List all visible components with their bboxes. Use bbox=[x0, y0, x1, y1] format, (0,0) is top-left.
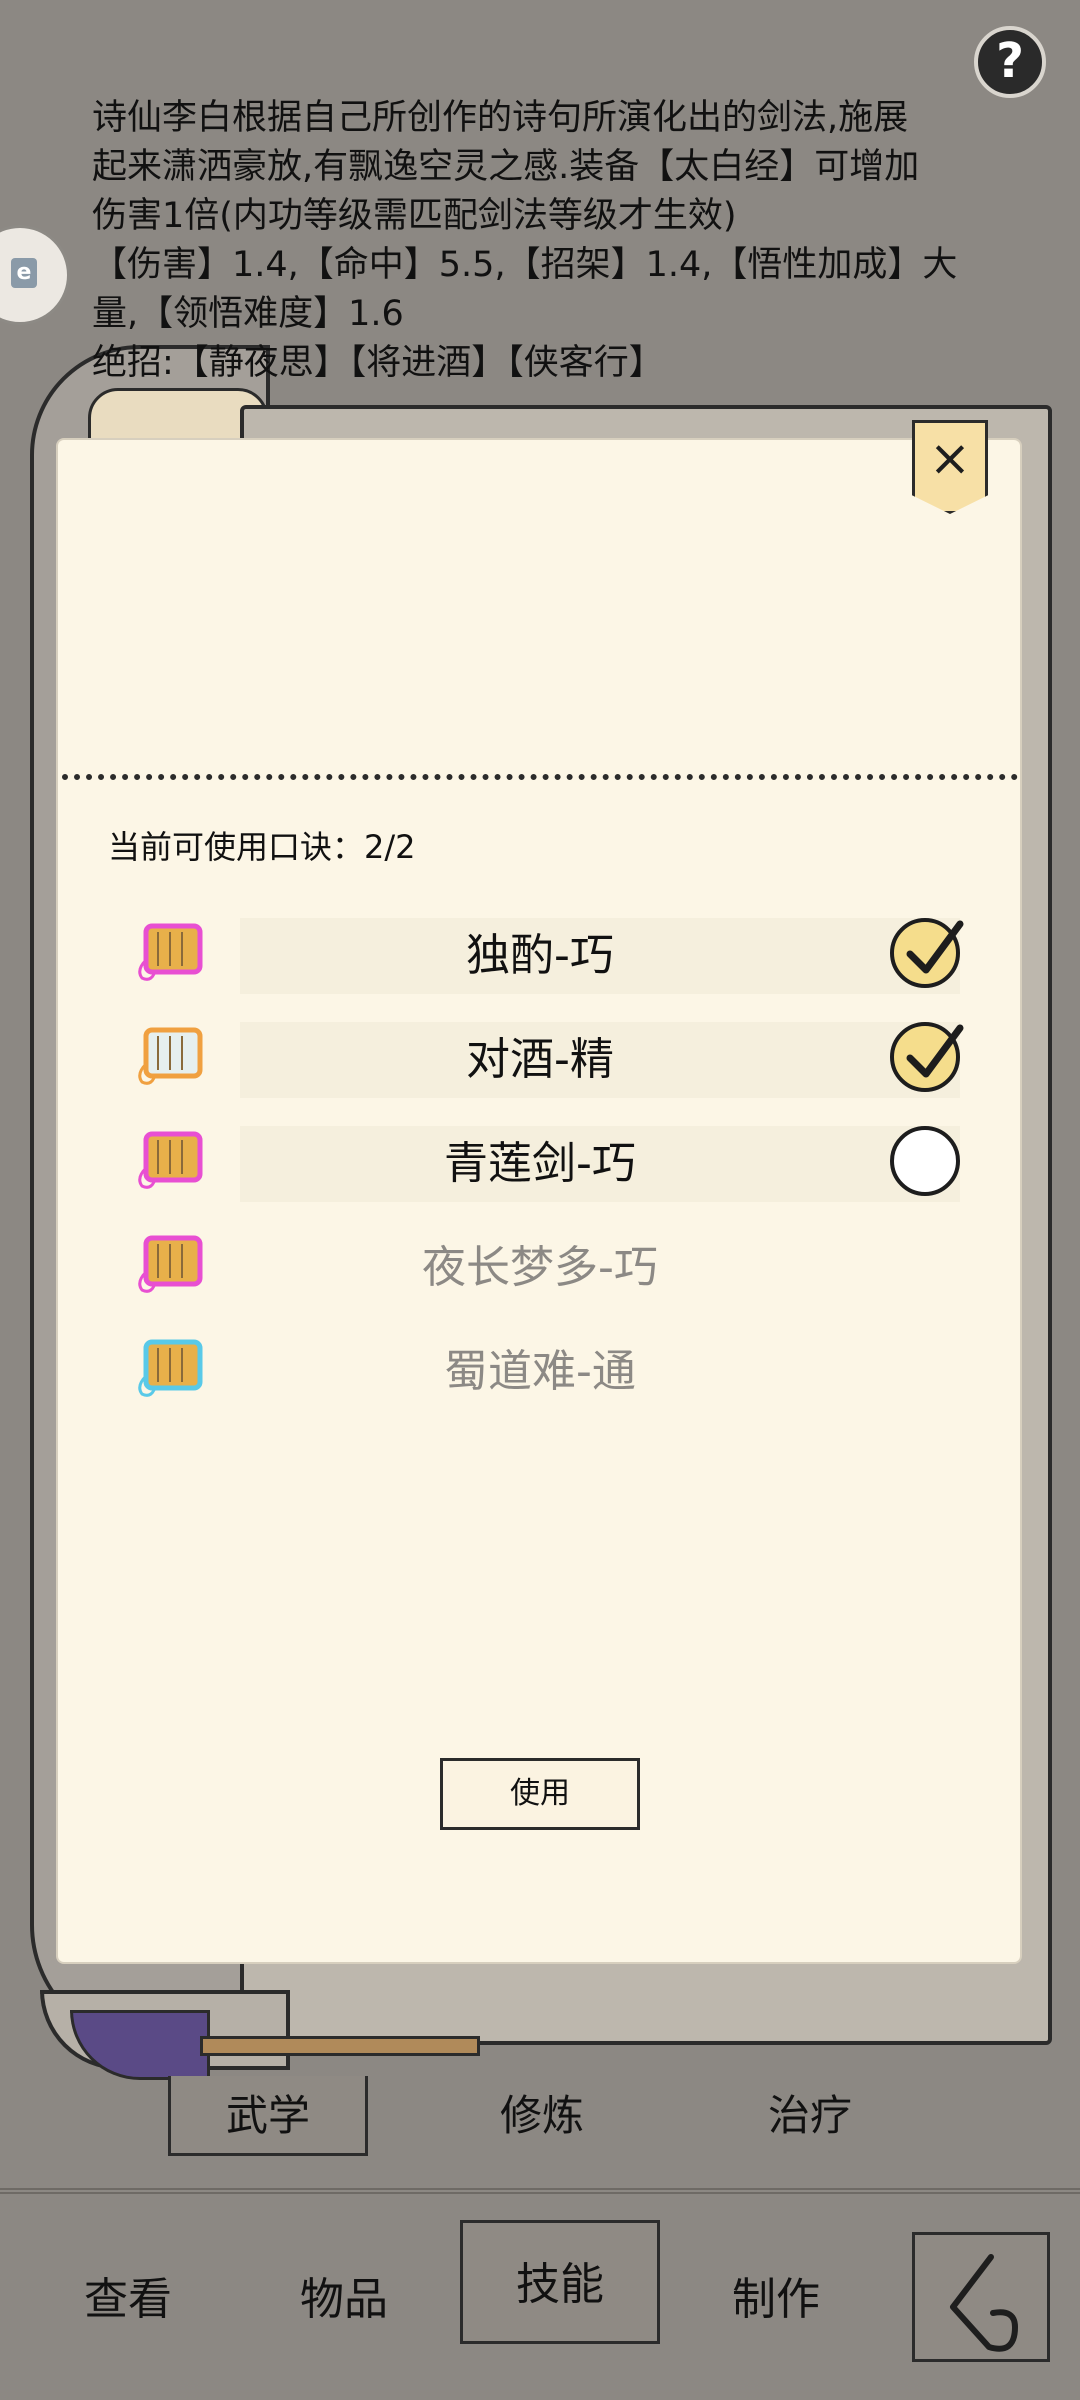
subtab-martial-arts[interactable]: 武学 bbox=[168, 2076, 368, 2156]
checkbox-checked[interactable] bbox=[890, 918, 964, 988]
mantra-item-name: 青莲剑-巧 bbox=[444, 1138, 636, 1189]
checkbox-checked[interactable] bbox=[890, 1022, 964, 1092]
checkmark-icon bbox=[906, 920, 964, 974]
description-line: 伤害1倍(内功等级需匹配剑法等级才生效) bbox=[92, 196, 737, 236]
close-icon: × bbox=[929, 429, 971, 487]
mantra-item[interactable]: 青莲剑-巧 bbox=[120, 1126, 980, 1202]
description-line: 绝招:【静夜思】【将进酒】【侠客行】 bbox=[92, 343, 664, 383]
dotted-divider bbox=[62, 774, 1018, 780]
mantra-item[interactable]: 蜀道难-通 bbox=[120, 1334, 980, 1410]
description-line: 【伤害】1.4,【命中】5.5,【招架】1.4,【悟性加成】大 bbox=[92, 245, 958, 285]
checkmark-icon bbox=[906, 1024, 964, 1078]
mantra-item-name: 独酌-巧 bbox=[466, 930, 614, 981]
scroll-white-orange-icon bbox=[132, 1024, 210, 1088]
side-badge[interactable]: e bbox=[0, 225, 70, 325]
subtab-healing[interactable]: 治疗 bbox=[710, 2076, 910, 2156]
nav-skills[interactable]: 技能 bbox=[460, 2220, 660, 2344]
help-button[interactable]: ? bbox=[974, 26, 1046, 98]
mantra-count-label: 当前可使用口诀：2/2 bbox=[108, 828, 416, 866]
scroll-gold-pink-icon bbox=[132, 1128, 210, 1192]
mantra-item[interactable]: 独酌-巧 bbox=[120, 918, 980, 994]
badge-icon: e bbox=[11, 258, 37, 288]
skill-description: 诗仙李白根据自己所创作的诗句所演化出的剑法,施展 起来潇洒豪放,有飘逸空灵之感.… bbox=[92, 94, 1012, 388]
mantra-item-name: 对酒-精 bbox=[466, 1034, 614, 1085]
nav-items[interactable]: 物品 bbox=[244, 2200, 444, 2330]
scroll-strip bbox=[200, 2036, 480, 2056]
close-button[interactable]: × bbox=[912, 420, 988, 514]
use-button[interactable]: 使用 bbox=[440, 1758, 640, 1830]
scroll-purple-end bbox=[70, 2010, 210, 2080]
nav-view[interactable]: 查看 bbox=[28, 2200, 228, 2330]
mantra-item-name: 蜀道难-通 bbox=[444, 1346, 636, 1397]
checkbox-unchecked[interactable] bbox=[890, 1126, 960, 1196]
mantra-item[interactable]: 对酒-精 bbox=[120, 1022, 980, 1098]
scroll-gold-pink-icon bbox=[132, 920, 210, 984]
scroll-gold-pink-icon bbox=[132, 1232, 210, 1296]
mantra-item[interactable]: 夜长梦多-巧 bbox=[120, 1230, 980, 1306]
subtab-cultivation[interactable]: 修炼 bbox=[442, 2076, 642, 2156]
back-button[interactable] bbox=[912, 2232, 1050, 2362]
description-line: 量,【领悟难度】1.6 bbox=[92, 294, 404, 334]
description-line: 诗仙李白根据自己所创作的诗句所演化出的剑法,施展 bbox=[92, 98, 909, 138]
nav-crafting[interactable]: 制作 bbox=[676, 2200, 876, 2330]
mantra-item-name: 夜长梦多-巧 bbox=[422, 1242, 658, 1293]
tab-separator bbox=[0, 2188, 1080, 2194]
back-arrow-icon bbox=[950, 2254, 1018, 2352]
scroll-gold-cyan-icon bbox=[132, 1336, 210, 1400]
description-line: 起来潇洒豪放,有飘逸空灵之感.装备【太白经】可增加 bbox=[92, 147, 920, 187]
